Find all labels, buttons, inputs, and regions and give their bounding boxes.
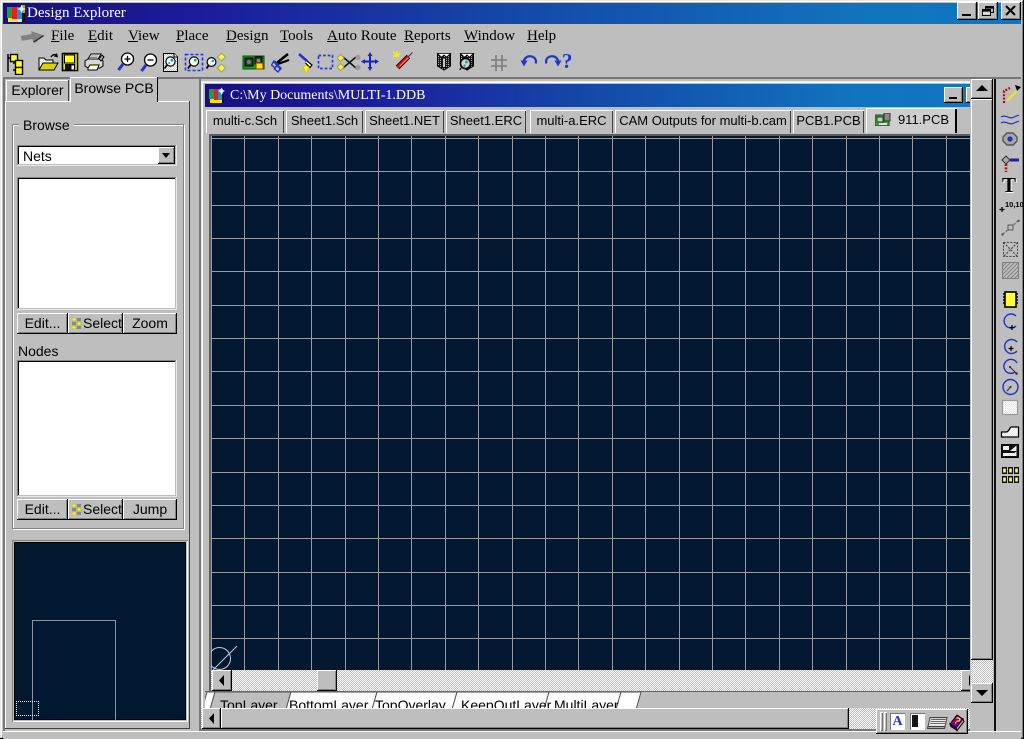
- svg-text:TopLayer: TopLayer: [220, 697, 278, 708]
- svg-text:BottomLayer: BottomLayer: [289, 697, 369, 708]
- svg-text:10,10: 10,10: [1005, 200, 1024, 209]
- svg-text:TopOverlay: TopOverlay: [375, 697, 446, 708]
- svg-text:MultiLayer: MultiLayer: [554, 697, 619, 708]
- svg-text:KeepOutLayer: KeepOutLayer: [461, 697, 552, 708]
